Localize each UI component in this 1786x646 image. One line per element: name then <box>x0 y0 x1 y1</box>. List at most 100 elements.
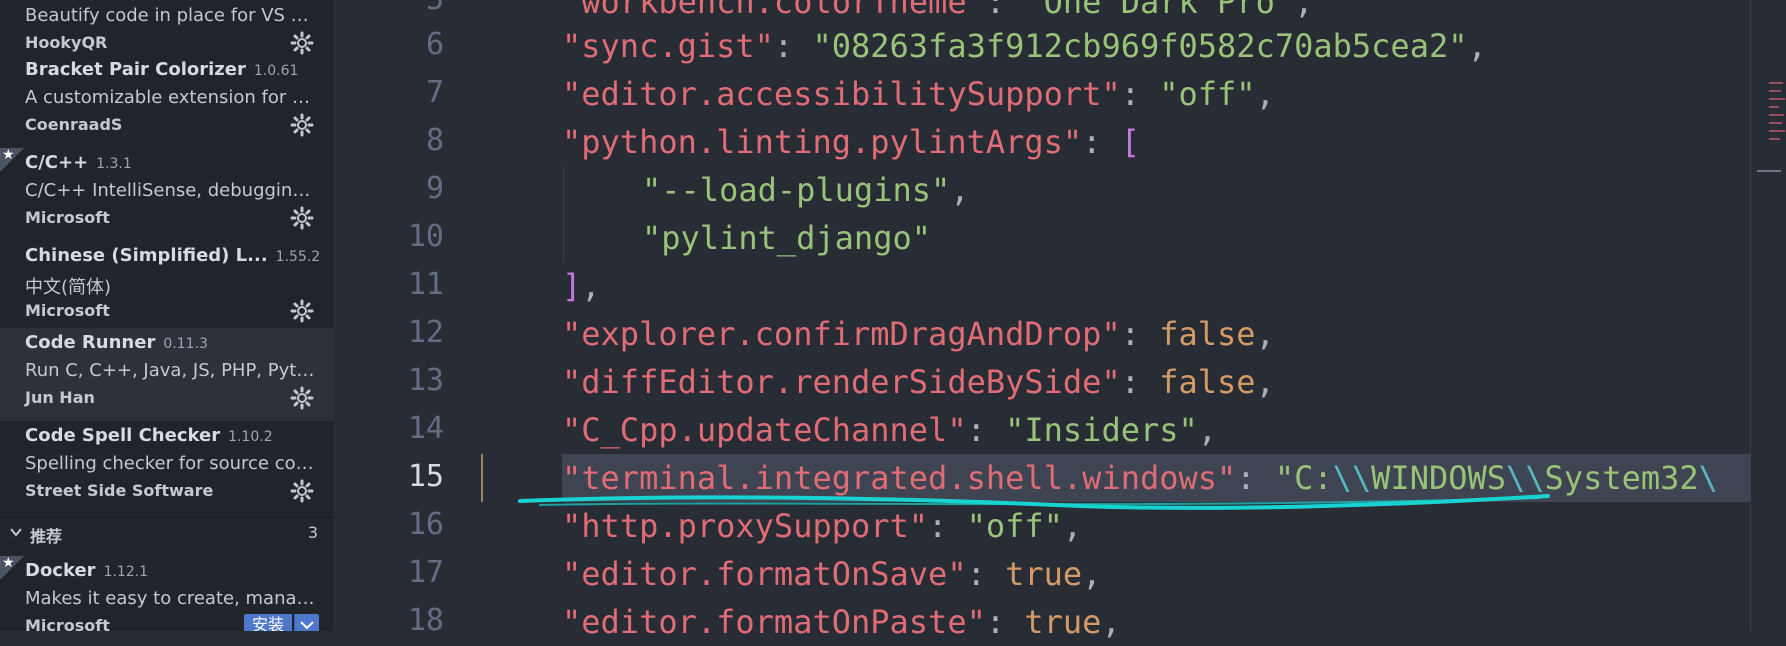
minimap-line <box>1769 114 1784 116</box>
json-value: "--load-plugins" <box>642 171 951 209</box>
json-comma: , <box>581 267 601 305</box>
line-number: 16 <box>407 507 444 542</box>
json-key: "editor.formatOnPaste" <box>562 603 986 641</box>
extension-publisher: Microsoft <box>25 208 110 227</box>
extension-publisher: Street Side Software <box>25 481 214 500</box>
install-button[interactable]: 安装 <box>244 614 293 631</box>
json-key: "editor.accessibilitySupport" <box>562 75 1121 113</box>
json-comma: , <box>1062 507 1083 545</box>
gear-icon[interactable] <box>290 386 314 410</box>
extension-item-chinese-simplified[interactable]: Chinese (Simplified) L... 1.55.2 中文(简体) M… <box>0 241 334 334</box>
chevron-down-icon <box>300 621 314 630</box>
recommended-section-header[interactable]: 推荐 3 <box>0 517 334 548</box>
line-number: 8 <box>425 123 444 158</box>
json-colon: : <box>1236 459 1275 497</box>
minimap-line <box>1769 130 1785 132</box>
json-comma: , <box>1082 555 1102 593</box>
extension-version: 1.10.2 <box>228 429 273 445</box>
star-icon: ★ <box>0 555 24 580</box>
line-number: 9 <box>425 171 444 206</box>
code-line-17: "editor.formatOnSave": true, <box>562 550 1101 598</box>
extension-title: Code Runner <box>25 332 156 353</box>
code-line-8: "python.linting.pylintArgs": [ <box>562 118 1140 166</box>
json-comma: , <box>1294 0 1314 21</box>
json-colon: : <box>985 0 1025 21</box>
extension-item-cpp[interactable]: ★ C/C++ 1.3.1 C/C++ IntelliSense, debuggi… <box>0 147 334 241</box>
extension-item-code-runner[interactable]: Code Runner 0.11.3 Run C, C++, Java, JS, … <box>0 328 334 421</box>
json-value: "off" <box>966 507 1063 545</box>
code-editor[interactable]: 5 6 7 8 9 10 11 12 13 14 15 16 17 18 "wo… <box>334 0 1786 641</box>
extension-description: C/C++ IntelliSense, debugging, ... <box>25 180 317 201</box>
minimap-line <box>1769 122 1782 124</box>
minimap-line <box>1769 82 1783 84</box>
code-line-9: "--load-plugins", <box>642 166 970 214</box>
json-key: "diffEditor.renderSideBySide" <box>562 363 1121 401</box>
extension-item-bracket-pair-colorizer[interactable]: Bracket Pair Colorizer 1.0.61 A customiza… <box>0 55 334 148</box>
json-colon: : <box>928 507 967 545</box>
line-number: 17 <box>407 555 444 590</box>
code-line-11: ], <box>562 262 601 310</box>
extension-description: 中文(简体) <box>25 277 112 298</box>
code-line-18: "editor.formatOnPaste": true, <box>562 598 1121 646</box>
extension-title-row: Code Spell Checker 1.10.2 <box>25 425 273 446</box>
extension-title: Code Spell Checker <box>25 425 221 446</box>
json-close-bracket: ] <box>562 267 582 305</box>
json-value: "Insiders" <box>1005 411 1198 449</box>
json-escape: \\ <box>1332 459 1372 497</box>
json-colon: : <box>1120 363 1160 401</box>
json-colon: : <box>985 603 1025 641</box>
json-colon: : <box>1120 75 1160 113</box>
line-number: 5 <box>334 0 444 17</box>
json-comma: , <box>1255 75 1275 113</box>
json-comma: , <box>1101 603 1121 641</box>
minimap-line <box>1769 98 1785 100</box>
modified-line-marker <box>481 454 483 502</box>
json-value: true <box>1005 555 1083 593</box>
json-value: "C: <box>1274 459 1333 497</box>
json-comma: , <box>1255 363 1275 401</box>
json-colon: : <box>773 27 813 65</box>
install-dropdown-button[interactable] <box>294 614 319 631</box>
json-colon: : <box>1120 315 1160 353</box>
minimap[interactable] <box>1750 0 1786 631</box>
code-line-7: "editor.accessibilitySupport": "off", <box>562 70 1275 118</box>
indent-guide <box>563 166 564 262</box>
line-number: 11 <box>407 267 444 302</box>
extension-item-code-spell-checker[interactable]: Code Spell Checker 1.10.2 Spelling checke… <box>0 421 334 514</box>
extension-version: 1.55.2 <box>275 249 321 265</box>
gear-icon[interactable] <box>290 31 314 55</box>
json-comma: , <box>1467 27 1487 65</box>
minimap-line <box>1769 90 1781 92</box>
extension-description: Beautify code in place for VS Co... <box>25 5 317 26</box>
line-number-active: 15 <box>407 459 444 494</box>
json-comma: , <box>1197 411 1218 449</box>
star-icon: ★ <box>0 147 24 172</box>
extension-title-row: Chinese (Simplified) L... 1.55.2 <box>25 245 320 266</box>
extension-publisher: Microsoft <box>25 616 110 631</box>
extension-description: A customizable extension for co... <box>25 87 317 108</box>
json-value: System32 <box>1544 459 1699 497</box>
line-number: 10 <box>407 219 444 254</box>
extension-publisher: HookyQR <box>25 33 108 52</box>
gear-icon[interactable] <box>290 113 314 137</box>
json-key: "C_Cpp.updateChannel" <box>562 411 967 449</box>
extension-publisher: Jun Han <box>25 388 95 407</box>
minimap-line <box>1769 106 1779 108</box>
extension-description: Run C, C++, Java, JS, PHP, Pytho... <box>25 360 317 381</box>
extension-version: 1.3.1 <box>96 156 132 172</box>
code-line-16: "http.proxySupport": "off", <box>562 502 1082 550</box>
extension-title: Docker <box>25 560 96 581</box>
extension-version: 1.0.61 <box>253 63 299 79</box>
extension-title-row: Code Runner 0.11.3 <box>25 332 208 353</box>
gear-icon[interactable] <box>290 206 314 230</box>
gear-icon[interactable] <box>290 299 314 323</box>
minimap-line <box>1757 170 1781 172</box>
json-key: "terminal.integrated.shell.windows" <box>562 459 1237 497</box>
extension-title: Bracket Pair Colorizer <box>25 59 246 80</box>
extension-version: 0.11.3 <box>163 336 208 352</box>
json-colon: : <box>1082 123 1121 161</box>
gear-icon[interactable] <box>290 479 314 503</box>
extension-publisher: CoenraadS <box>25 115 123 134</box>
extension-title: C/C++ <box>25 152 89 173</box>
json-comma: , <box>1255 315 1275 353</box>
